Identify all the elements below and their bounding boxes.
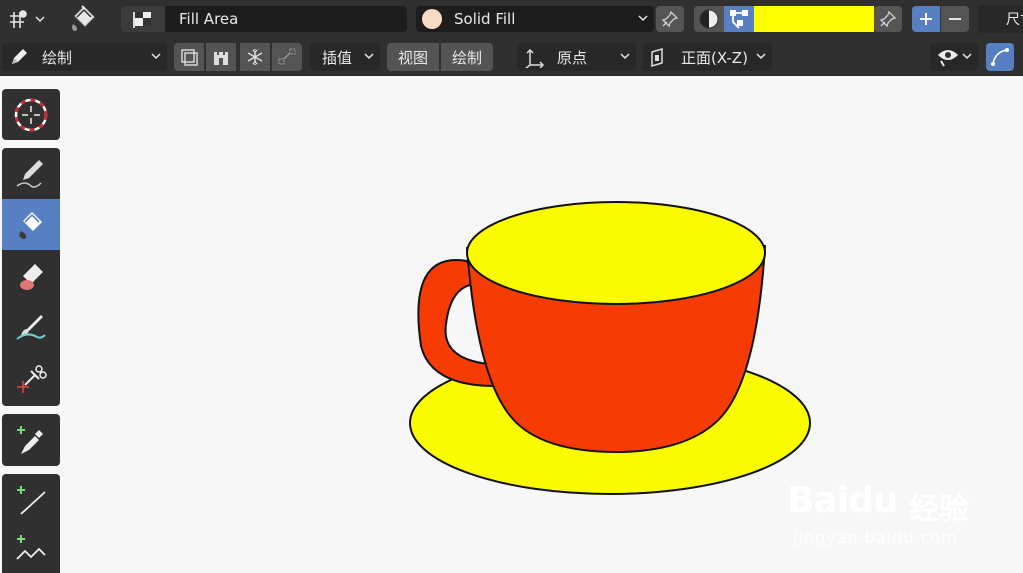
mode-label: 绘制 xyxy=(42,48,73,67)
plane-label: 正面(X-Z) xyxy=(681,48,748,67)
interpolation-dropdown[interactable]: 插值 xyxy=(310,43,380,71)
cursor-tool[interactable] xyxy=(2,89,60,140)
fill-bucket-icon xyxy=(66,2,100,36)
vertex-paint-icon xyxy=(730,10,748,29)
fill-tool[interactable] xyxy=(2,199,60,250)
freeze-toggle-button[interactable] xyxy=(240,43,270,71)
fill-mode-button[interactable] xyxy=(724,6,754,32)
watermark-brand-cn: 经验 xyxy=(909,492,969,527)
chevron-down-icon xyxy=(756,53,766,60)
polyline-icon xyxy=(16,535,46,560)
curve-icon xyxy=(991,48,1009,66)
view-menu-label: 视图 xyxy=(397,48,428,67)
fill-color-swatch[interactable] xyxy=(754,6,874,32)
scissors-icon xyxy=(17,365,47,393)
layers-icon xyxy=(181,49,198,66)
chevron-down-icon xyxy=(638,15,648,22)
chevron-down-icon xyxy=(151,53,161,60)
editor-type-button[interactable] xyxy=(4,6,48,32)
origin-dropdown[interactable]: 原点 xyxy=(517,43,636,71)
tint-tool[interactable] xyxy=(2,301,60,352)
brush-flag-icon xyxy=(121,6,165,32)
snowflake-icon xyxy=(247,49,263,65)
line-icon xyxy=(17,485,46,515)
material-name: Solid Fill xyxy=(454,10,516,28)
brush-preset-field[interactable]: Fill Area xyxy=(121,6,407,32)
transform-icon xyxy=(278,48,296,65)
pin-color-button[interactable] xyxy=(874,6,902,32)
eyedropper-icon xyxy=(17,426,43,454)
add-button[interactable] xyxy=(912,6,940,32)
plane-dropdown[interactable]: 正面(X-Z) xyxy=(643,43,772,71)
overlay-toggle-button[interactable] xyxy=(986,43,1014,71)
snap-toggle-button[interactable] xyxy=(272,43,302,71)
draw-tool[interactable] xyxy=(2,148,60,199)
brush-name: Fill Area xyxy=(179,10,239,28)
brush-icon xyxy=(16,314,46,340)
chevron-down-icon xyxy=(962,53,972,60)
pin-icon xyxy=(879,10,897,28)
lock-toggle-button[interactable] xyxy=(206,43,236,71)
chevron-down-icon xyxy=(620,53,630,60)
cursor-icon xyxy=(14,98,48,131)
baidu-watermark: Baidu 经验 jingyan.baidu.com xyxy=(783,462,1023,552)
visibility-dropdown[interactable] xyxy=(930,43,978,71)
material-dropdown[interactable]: Solid Fill xyxy=(416,6,654,32)
watermark-brand: Baidu xyxy=(787,480,898,521)
line-tool[interactable] xyxy=(2,474,60,525)
eyedropper-tool[interactable] xyxy=(2,414,60,466)
pencil-icon xyxy=(16,159,43,188)
mode-dropdown[interactable]: 绘制 xyxy=(2,43,167,71)
plus-icon xyxy=(920,13,932,25)
cutter-tool[interactable] xyxy=(2,352,60,406)
plane-icon xyxy=(651,47,663,68)
interpolation-label: 插值 xyxy=(322,48,353,67)
pin-icon xyxy=(661,10,679,28)
polyline-tool[interactable] xyxy=(2,525,60,573)
bucket-icon xyxy=(19,211,42,239)
editor-type-icon xyxy=(10,10,45,28)
viewport-header-bar: 绘制 插值 视图 绘制 原点 正面(X-Z) xyxy=(0,38,1023,76)
minus-icon xyxy=(949,18,961,20)
eraser-icon xyxy=(20,263,43,290)
axes-icon xyxy=(525,48,545,68)
pin-material-button[interactable] xyxy=(656,6,684,32)
erase-tool[interactable] xyxy=(2,250,60,301)
material-sphere-icon xyxy=(422,9,442,29)
watermark-url: jingyan.baidu.com xyxy=(793,528,958,547)
layer-toggle-button[interactable] xyxy=(174,43,204,71)
remove-button[interactable] xyxy=(941,6,969,32)
stroke-mode-button[interactable] xyxy=(694,6,724,32)
view-menu[interactable]: 视图 xyxy=(387,43,439,71)
cup-top xyxy=(466,201,766,305)
draw-menu-label: 绘制 xyxy=(451,48,482,67)
chevron-down-icon xyxy=(364,53,374,60)
origin-label: 原点 xyxy=(557,48,588,67)
ruler-label: 尺寸 xyxy=(1006,12,1023,28)
eye-icon xyxy=(938,50,958,67)
half-circle-icon xyxy=(699,9,719,29)
castle-icon xyxy=(214,52,228,65)
pencil-icon xyxy=(12,49,27,64)
draw-menu[interactable]: 绘制 xyxy=(441,43,493,71)
ruler-dropdown[interactable]: 尺寸 xyxy=(978,5,1023,33)
tool-header-bar: Fill Area Solid Fill 尺寸 xyxy=(0,0,1023,38)
